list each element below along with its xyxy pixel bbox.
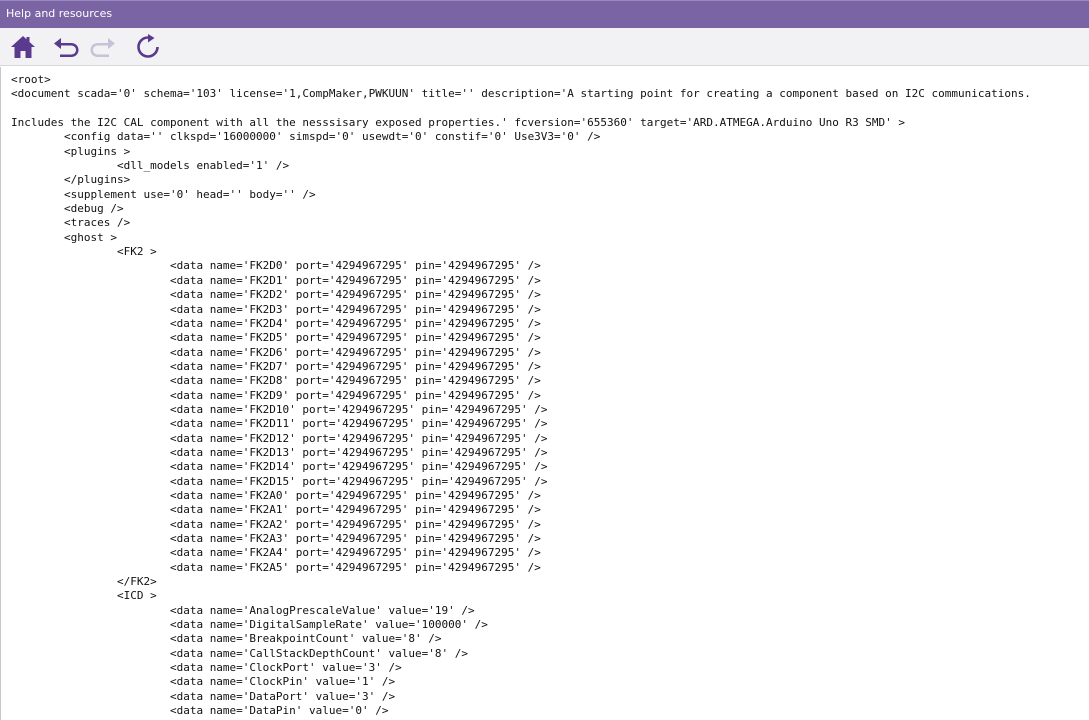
code-line: <document scada='0' schema='103' license… [11,87,1031,101]
code-line: <data name='ClockPort' value='3' /> [11,661,402,675]
code-line: <ghost > [11,230,117,244]
code-line: <dll_models enabled='1' /> [11,159,290,173]
undo-icon [54,38,79,57]
code-line: <data name='FK2D3' port='4294967295' pin… [11,302,541,316]
code-line: <debug /> [11,202,124,216]
refresh-icon [137,34,159,58]
code-line: <data name='DataPort' value='3' /> [11,689,396,703]
redo-icon [90,38,115,57]
code-line: <data name='AnalogPrescaleValue' value='… [11,603,475,617]
home-button[interactable] [8,33,38,61]
code-line: <ICD > [11,589,157,603]
code-line: <data name='CallStackDepthCount' value='… [11,646,468,660]
code-line: <config data='' clkspd='16000000' simspd… [11,130,601,144]
code-line: <data name='FK2D4' port='4294967295' pin… [11,316,541,330]
code-line: <data name='FK2D9' port='4294967295' pin… [11,388,541,402]
code-line: </FK2> [11,575,157,589]
window-title: Help and resources [6,7,113,20]
code-line: <data name='FK2D14' port='4294967295' pi… [11,460,548,474]
xml-source-text: <root> <document scada='0' schema='103' l… [11,73,1031,718]
code-line: <data name='FK2A5' port='4294967295' pin… [11,560,541,574]
code-line: <data name='FK2A3' port='4294967295' pin… [11,532,541,545]
code-line: <data name='FK2D2' port='4294967295' pin… [11,288,541,302]
xml-document-view[interactable]: <root> <document scada='0' schema='103' l… [0,67,1089,720]
code-line: <data name='FK2D11' port='4294967295' pi… [11,417,548,431]
code-line: <data name='FK2A1' port='4294967295' pin… [11,503,541,517]
code-line: <data name='FK2D8' port='4294967295' pin… [11,374,541,388]
home-icon [11,36,35,58]
toolbar [0,28,1089,66]
code-line: <data name='ClockPin' value='1' /> [11,675,396,689]
code-line: <data name='DataPin' value='0' /> [11,704,389,718]
code-line: <data name='BreakpointCount' value='8' /… [11,632,442,646]
code-line: <root> [11,73,51,86]
refresh-button[interactable] [133,33,163,61]
code-line: </plugins> [11,173,131,187]
code-line: <data name='FK2D12' port='4294967295' pi… [11,431,548,445]
code-line: <data name='FK2D5' port='4294967295' pin… [11,331,541,345]
code-line: <data name='FK2D7' port='4294967295' pin… [11,359,541,373]
code-line: <data name='FK2D15' port='4294967295' pi… [11,474,548,488]
code-line: <data name='FK2D6' port='4294967295' pin… [11,345,541,359]
code-line: <data name='FK2D1' port='4294967295' pin… [11,273,541,287]
back-button[interactable] [51,33,81,61]
code-line: <supplement use='0' head='' body='' /> [11,187,316,201]
forward-button[interactable] [88,33,118,61]
code-line: <traces /> [11,216,131,230]
code-line: <data name='DigitalSampleRate' value='10… [11,618,488,632]
code-line: <data name='FK2D0' port='4294967295' pin… [11,259,541,273]
code-line: <plugins > [11,144,131,158]
code-line: Includes the I2C CAL component with all … [11,116,906,130]
code-line: <data name='FK2A2' port='4294967295' pin… [11,517,541,531]
code-line: <data name='FK2A4' port='4294967295' pin… [11,546,541,560]
title-bar: Help and resources [0,0,1089,28]
code-line: <FK2 > [11,245,157,259]
code-line: <data name='FK2D10' port='4294967295' pi… [11,402,548,416]
code-line: <data name='FK2A0' port='4294967295' pin… [11,488,541,502]
code-line: <data name='FK2D13' port='4294967295' pi… [11,445,548,459]
